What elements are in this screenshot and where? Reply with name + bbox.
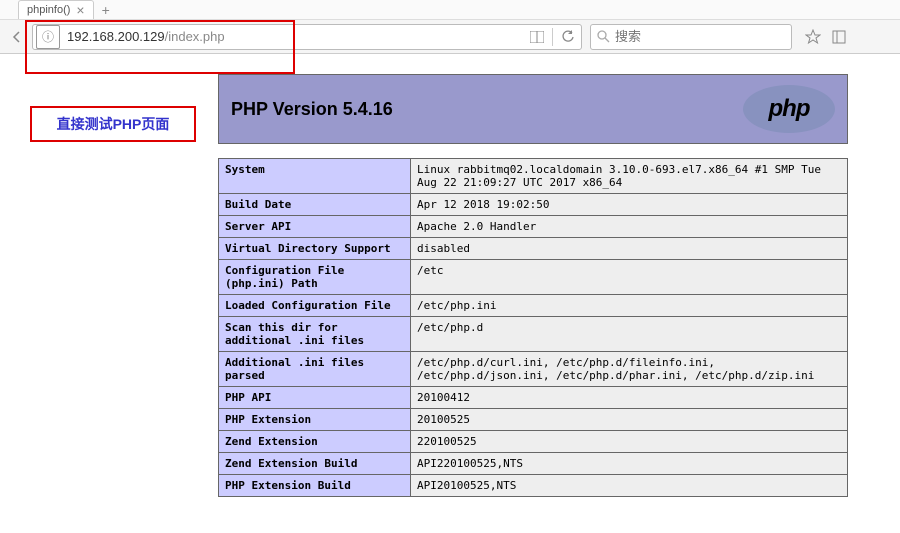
- tab-title: phpinfo(): [27, 4, 70, 16]
- table-row: Additional .ini files parsed/etc/php.d/c…: [219, 352, 848, 387]
- reload-icon[interactable]: [555, 30, 581, 44]
- table-row: PHP API20100412: [219, 387, 848, 409]
- table-label: PHP API: [219, 387, 411, 409]
- add-tab-button[interactable]: +: [102, 2, 110, 18]
- table-value: 220100525: [411, 431, 848, 453]
- table-label: System: [219, 159, 411, 194]
- table-row: PHP Extension BuildAPI20100525,NTS: [219, 475, 848, 497]
- info-icon[interactable]: ⓘ: [36, 25, 60, 49]
- table-label: Zend Extension: [219, 431, 411, 453]
- reader-mode-icon[interactable]: [524, 31, 550, 43]
- annotation-box: 直接测试PHP页面: [30, 106, 196, 142]
- sidebar-icon[interactable]: [828, 26, 850, 48]
- table-row: Virtual Directory Supportdisabled: [219, 238, 848, 260]
- table-row: Zend Extension220100525: [219, 431, 848, 453]
- table-row: Build DateApr 12 2018 19:02:50: [219, 194, 848, 216]
- phpinfo-content: PHP Version 5.4.16 php SystemLinux rabbi…: [218, 74, 848, 497]
- php-version-title: PHP Version 5.4.16: [231, 99, 393, 120]
- tab-bar: phpinfo() × +: [0, 0, 900, 20]
- table-label: Loaded Configuration File: [219, 295, 411, 317]
- table-label: Scan this dir for additional .ini files: [219, 317, 411, 352]
- table-value: /etc/php.ini: [411, 295, 848, 317]
- table-label: Configuration File (php.ini) Path: [219, 260, 411, 295]
- close-icon[interactable]: ×: [76, 3, 84, 17]
- table-label: Virtual Directory Support: [219, 238, 411, 260]
- table-label: Build Date: [219, 194, 411, 216]
- php-logo-text: php: [769, 95, 810, 123]
- table-value: 20100525: [411, 409, 848, 431]
- search-bar[interactable]: [590, 24, 792, 50]
- back-button[interactable]: [6, 26, 28, 48]
- php-logo: php: [743, 85, 835, 133]
- table-value: API220100525,NTS: [411, 453, 848, 475]
- back-arrow-icon: [10, 30, 24, 44]
- url-host: 192.168.200.129: [67, 29, 165, 44]
- browser-tab[interactable]: phpinfo() ×: [18, 0, 94, 19]
- table-value: Apr 12 2018 19:02:50: [411, 194, 848, 216]
- table-label: Zend Extension Build: [219, 453, 411, 475]
- table-label: Additional .ini files parsed: [219, 352, 411, 387]
- url-bar[interactable]: ⓘ 192.168.200.129/index.php: [32, 24, 582, 50]
- search-input[interactable]: [615, 29, 791, 44]
- url-path: /index.php: [165, 29, 225, 44]
- table-row: Scan this dir for additional .ini files/…: [219, 317, 848, 352]
- table-row: Configuration File (php.ini) Path/etc: [219, 260, 848, 295]
- bookmark-icon[interactable]: [802, 26, 824, 48]
- phpinfo-header: PHP Version 5.4.16 php: [218, 74, 848, 144]
- table-value: disabled: [411, 238, 848, 260]
- table-value: /etc: [411, 260, 848, 295]
- table-value: 20100412: [411, 387, 848, 409]
- table-value: Apache 2.0 Handler: [411, 216, 848, 238]
- table-label: Server API: [219, 216, 411, 238]
- table-row: Loaded Configuration File/etc/php.ini: [219, 295, 848, 317]
- table-label: PHP Extension: [219, 409, 411, 431]
- table-row: Zend Extension BuildAPI220100525,NTS: [219, 453, 848, 475]
- table-value: /etc/php.d/curl.ini, /etc/php.d/fileinfo…: [411, 352, 848, 387]
- search-icon: [591, 30, 615, 43]
- table-row: SystemLinux rabbitmq02.localdomain 3.10.…: [219, 159, 848, 194]
- nav-bar: ⓘ 192.168.200.129/index.php: [0, 20, 900, 54]
- table-label: PHP Extension Build: [219, 475, 411, 497]
- table-value: Linux rabbitmq02.localdomain 3.10.0-693.…: [411, 159, 848, 194]
- annotation-text: 直接测试PHP页面: [57, 114, 170, 134]
- table-value: API20100525,NTS: [411, 475, 848, 497]
- table-row: PHP Extension20100525: [219, 409, 848, 431]
- divider: [552, 28, 553, 46]
- table-value: /etc/php.d: [411, 317, 848, 352]
- table-row: Server APIApache 2.0 Handler: [219, 216, 848, 238]
- phpinfo-table: SystemLinux rabbitmq02.localdomain 3.10.…: [218, 158, 848, 497]
- url-text: 192.168.200.129/index.php: [63, 29, 524, 44]
